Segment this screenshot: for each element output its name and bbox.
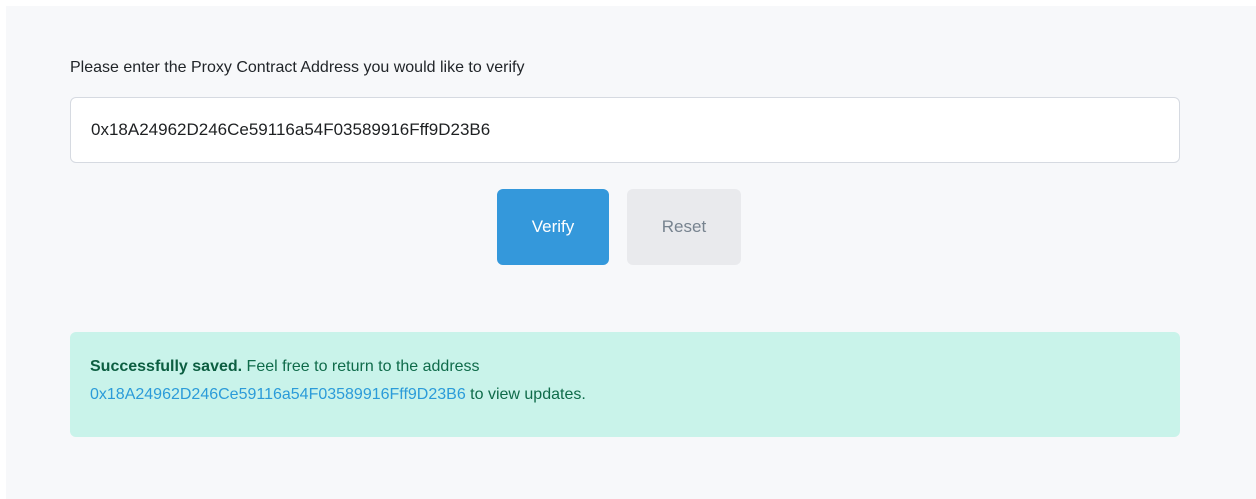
address-prompt-label: Please enter the Proxy Contract Address … [70, 59, 525, 76]
alert-text-before-link: Feel free to return to the address [242, 358, 480, 375]
alert-title: Successfully saved. [90, 358, 243, 375]
verify-button[interactable]: Verify [497, 189, 609, 265]
reset-button[interactable]: Reset [627, 189, 741, 265]
alert-text-after-link: to view updates. [465, 386, 586, 403]
alert-address-link[interactable]: 0x18A24962D246Ce59116a54F03589916Fff9D23… [90, 386, 466, 403]
success-alert: Successfully saved. Feel free to return … [70, 332, 1180, 437]
proxy-address-input[interactable] [70, 97, 1180, 163]
verify-proxy-panel: Please enter the Proxy Contract Address … [6, 6, 1256, 499]
